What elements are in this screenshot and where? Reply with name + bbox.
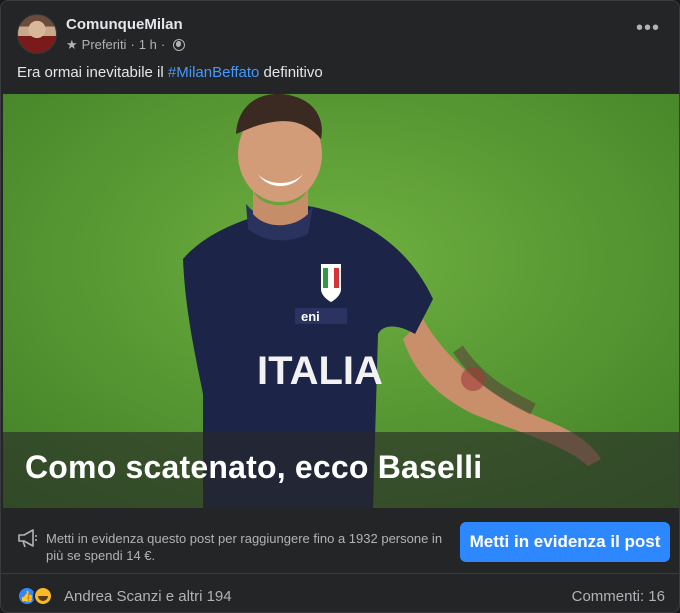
boost-bar: Metti in evidenza questo post per raggiu… <box>1 508 679 574</box>
page-avatar[interactable] <box>17 14 57 54</box>
post-time[interactable]: 1 h <box>139 36 157 53</box>
star-icon: ★ <box>66 37 78 52</box>
post-header: ComunqueMilan ★ Preferiti · 1 h · ••• <box>17 13 663 55</box>
comments-count[interactable]: Commenti: 16 <box>572 588 665 605</box>
post-photo[interactable]: ITALIA eni Como scatenato, ecco Baselli <box>3 94 679 508</box>
post-card: ComunqueMilan ★ Preferiti · 1 h · ••• Er… <box>0 0 680 613</box>
haha-reaction-icon <box>33 586 53 606</box>
meta-separator: · <box>130 37 135 52</box>
sponsor-text: eni <box>301 309 320 324</box>
boost-description: Metti in evidenza questo post per raggiu… <box>46 531 443 563</box>
header-text: ComunqueMilan ★ Preferiti · 1 h · <box>66 15 186 53</box>
page-name[interactable]: ComunqueMilan <box>66 15 185 34</box>
more-options-button[interactable]: ••• <box>633 17 663 47</box>
post-meta: ★ Preferiti · 1 h · <box>66 36 186 53</box>
meta-separator-2: · <box>160 37 166 52</box>
boost-post-button[interactable]: Metti in evidenza il post <box>460 522 670 562</box>
more-horizontal-icon: ••• <box>635 17 660 39</box>
audience-label[interactable]: Preferiti <box>82 36 127 53</box>
message-suffix: definitivo <box>259 64 323 81</box>
message-prefix: Era ormai inevitabile il <box>17 64 168 81</box>
jersey-text: ITALIA <box>257 349 383 393</box>
hashtag-link[interactable]: #MilanBeffato <box>168 64 259 81</box>
post-message: Era ormai inevitabile il #MilanBeffato d… <box>17 63 323 83</box>
link-headline[interactable]: Como scatenato, ecco Baselli <box>25 449 482 486</box>
reaction-icons[interactable]: 👍 <box>17 586 53 606</box>
reactions-summary[interactable]: Andrea Scanzi e altri 194 <box>64 588 232 605</box>
globe-icon <box>173 38 186 51</box>
megaphone-icon <box>18 529 37 548</box>
post-footer: 👍 Andrea Scanzi e altri 194 Commenti: 16 <box>1 575 679 612</box>
